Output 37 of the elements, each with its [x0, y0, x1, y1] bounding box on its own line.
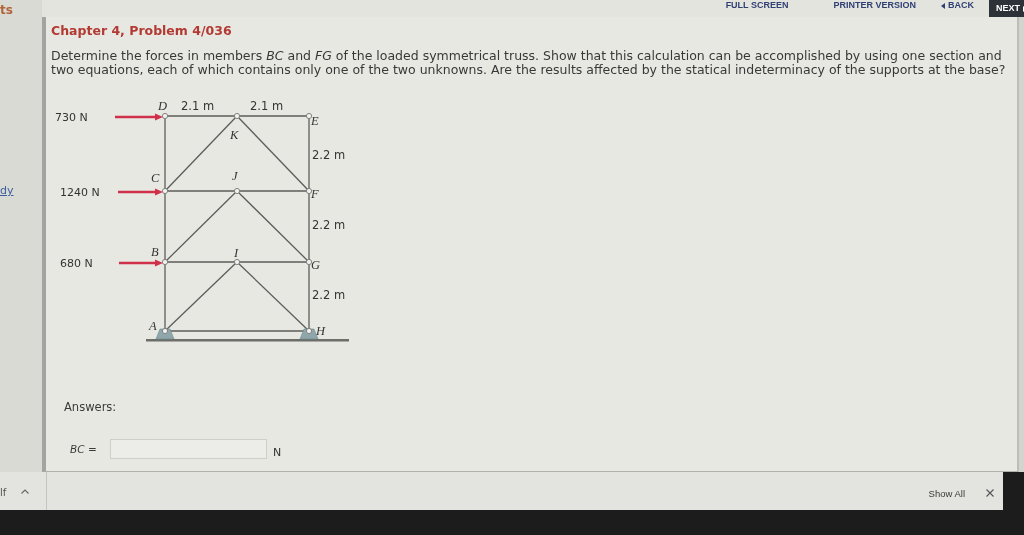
force-arrow [118, 188, 163, 196]
nav-link[interactable]: FULL SCREEN [725, 0, 789, 11]
chevron-up-icon[interactable] [21, 488, 30, 494]
caret-left-icon [941, 2, 945, 9]
load-label: 680 N [60, 257, 93, 270]
joint-label: E [311, 114, 319, 128]
dimension-label: 2.1 m [250, 99, 284, 113]
joint-label: H [316, 324, 326, 338]
load-label: 730 N [55, 111, 88, 124]
problem-text: Determine the forces in members BC and FG of the loaded symmetrical truss. Show that this calculation can be accomplished by using one section and two equations, each of which contains only one of the two unknowns. Are the results affected by the statical indeterminacy of the supports at the base? [51, 49, 1007, 77]
force-arrow [119, 259, 163, 267]
close-button[interactable] [986, 489, 994, 497]
joint-label: G [311, 258, 321, 272]
sidebar-link[interactable]: dy [0, 184, 14, 198]
dimension-label: 2.2 m [312, 148, 346, 162]
dimension-label: 2.2 m [312, 218, 346, 232]
joint-label: D [158, 99, 168, 113]
next-button[interactable]: NEXT [989, 0, 1024, 17]
joint-label: C [151, 171, 160, 185]
joint-label: F [311, 187, 319, 201]
answers-heading: Answers: [64, 400, 117, 414]
nav-link[interactable]: PRINTER VERSION [833, 0, 916, 11]
force-arrow [115, 113, 163, 121]
answer-field[interactable] [110, 438, 267, 459]
show-all-link[interactable]: Show All [928, 487, 965, 499]
back-link[interactable]: BACK [941, 0, 974, 11]
dimension-label: 2.1 m [181, 99, 215, 113]
download-item-label[interactable]: lf [0, 486, 7, 498]
sidebar-heading: ts [0, 3, 13, 17]
joint-label: A [149, 319, 157, 333]
load-label: 1240 N [60, 186, 100, 199]
unit-label: N [273, 446, 282, 459]
problem-title: Chapter 4, Problem 4/036 [51, 23, 232, 39]
joint-label: B [151, 245, 159, 259]
dimension-label: 2.2 m [312, 288, 346, 302]
close-icon [986, 489, 994, 497]
answer-label: BC = [70, 442, 98, 455]
